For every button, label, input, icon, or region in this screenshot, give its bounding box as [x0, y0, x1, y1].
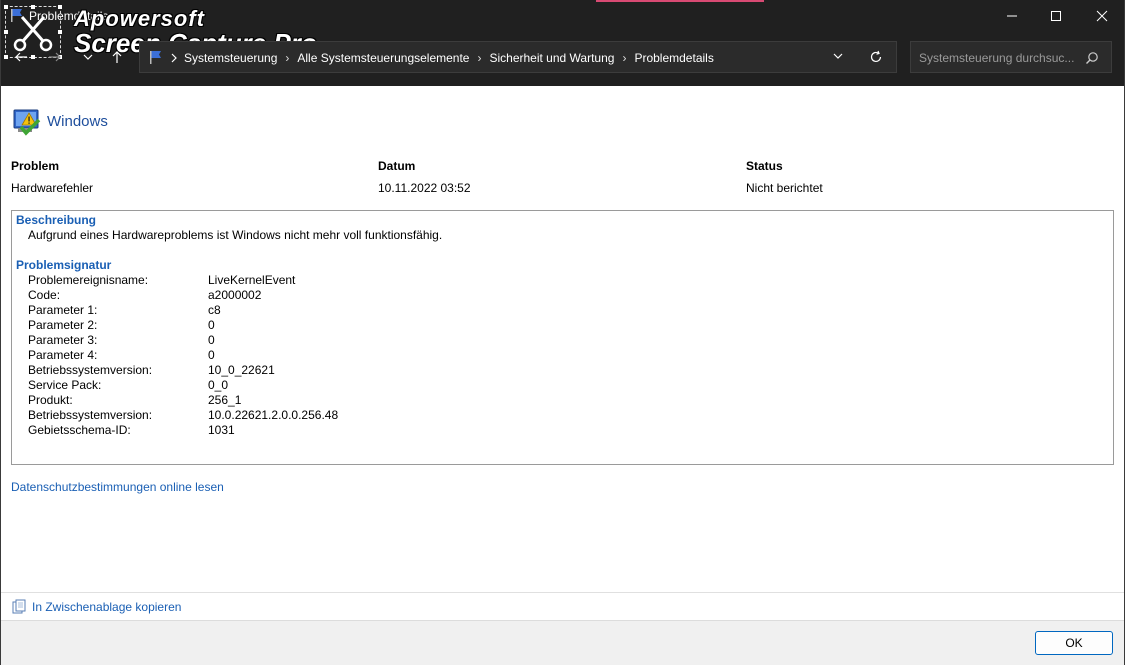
signature-value: 0 [208, 348, 215, 362]
signature-value: LiveKernelEvent [208, 273, 296, 287]
refresh-button[interactable] [869, 50, 885, 66]
description-heading: Beschreibung [16, 213, 97, 227]
title-bar: Problemdetails Apowersoft Screen Capture… [0, 0, 1125, 86]
page-title: Windows [47, 113, 108, 130]
chevron-right-icon: › [622, 51, 627, 65]
column-header-status: Status [746, 159, 783, 173]
signature-value: 0 [208, 318, 215, 332]
signature-key: Gebietsschema-ID: [28, 423, 131, 437]
chevron-right-icon: › [285, 51, 290, 65]
signature-key: Problemereignisname: [28, 273, 149, 287]
signature-value: 10.0.22621.2.0.0.256.48 [208, 408, 339, 422]
arrow-right-icon [49, 52, 61, 62]
control-panel-flag-icon [150, 51, 161, 64]
arrow-up-icon [112, 51, 122, 63]
search-input[interactable]: Systemsteuerung durchsuc... [919, 51, 1074, 65]
signature-value: a2000002 [208, 288, 262, 302]
details-panel: Beschreibung Aufgrund eines Hardwareprob… [11, 210, 1114, 465]
chevron-right-icon [171, 53, 177, 63]
back-button[interactable] [8, 44, 34, 70]
signature-key: Code: [28, 288, 61, 302]
column-header-problem: Problem [11, 159, 60, 173]
signature-value: c8 [208, 303, 221, 317]
forward-button[interactable] [42, 44, 68, 70]
up-button[interactable] [104, 44, 130, 70]
signature-value: 10_0_22621 [208, 363, 275, 377]
problem-value: Hardwarefehler [11, 181, 94, 195]
signature-key: Parameter 3: [28, 333, 98, 347]
footer-bar: OK [0, 620, 1125, 665]
copy-to-clipboard-link[interactable]: In Zwischenablage kopieren [32, 600, 181, 614]
signature-value: 0 [208, 333, 215, 347]
minimize-button[interactable] [989, 0, 1035, 32]
signature-value: 0_0 [208, 378, 229, 392]
breadcrumb-item[interactable]: Alle Systemsteuerungselemente [297, 51, 469, 65]
refresh-icon [870, 50, 882, 63]
close-icon [1096, 10, 1108, 22]
signature-key: Produkt: [28, 393, 73, 407]
signature-key: Parameter 2: [28, 318, 98, 332]
signature-value: 256_1 [208, 393, 242, 407]
copy-area: In Zwischenablage kopieren [0, 592, 1125, 621]
description-text: Aufgrund eines Hardwareproblems ist Wind… [28, 228, 443, 242]
chevron-down-icon [833, 53, 843, 59]
accent-strip [596, 0, 764, 2]
address-dropdown-button[interactable] [832, 50, 848, 66]
breadcrumb-item[interactable]: Problemdetails [634, 51, 713, 65]
arrow-left-icon [15, 52, 27, 62]
close-button[interactable] [1079, 0, 1125, 32]
chevron-down-icon [83, 54, 93, 60]
status-value: Nicht berichtet [746, 181, 823, 195]
clipboard-copy-icon[interactable] [12, 599, 26, 614]
search-box[interactable]: Systemsteuerung durchsuc... [910, 41, 1112, 73]
signature-value: 1031 [208, 423, 235, 437]
breadcrumb-item[interactable]: Systemsteuerung [184, 51, 277, 65]
chevron-right-icon: › [477, 51, 482, 65]
privacy-link[interactable]: Datenschutzbestimmungen online lesen [11, 480, 224, 494]
search-icon[interactable] [1085, 51, 1099, 65]
signature-heading: Problemsignatur [16, 258, 112, 272]
signature-key: Parameter 1: [28, 303, 98, 317]
signature-key: Betriebssystemversion: [28, 408, 153, 422]
breadcrumb: Systemsteuerung › Alle Systemsteuerungsele… [184, 51, 714, 65]
ok-button[interactable]: OK [1035, 631, 1113, 655]
column-header-date: Datum [378, 159, 416, 173]
signature-key: Parameter 4: [28, 348, 98, 362]
signature-key: Betriebssystemversion: [28, 363, 153, 377]
windows-security-icon [13, 109, 41, 136]
minimize-icon [1007, 15, 1017, 17]
date-value: 10.11.2022 03:52 [378, 181, 471, 195]
signature-key: Service Pack: [28, 378, 102, 392]
maximize-button[interactable] [1033, 0, 1079, 32]
maximize-icon [1051, 11, 1061, 21]
address-bar[interactable]: Systemsteuerung › Alle Systemsteuerungsele… [139, 41, 897, 73]
breadcrumb-item[interactable]: Sicherheit und Wartung [489, 51, 614, 65]
recent-locations-button[interactable] [75, 44, 101, 70]
